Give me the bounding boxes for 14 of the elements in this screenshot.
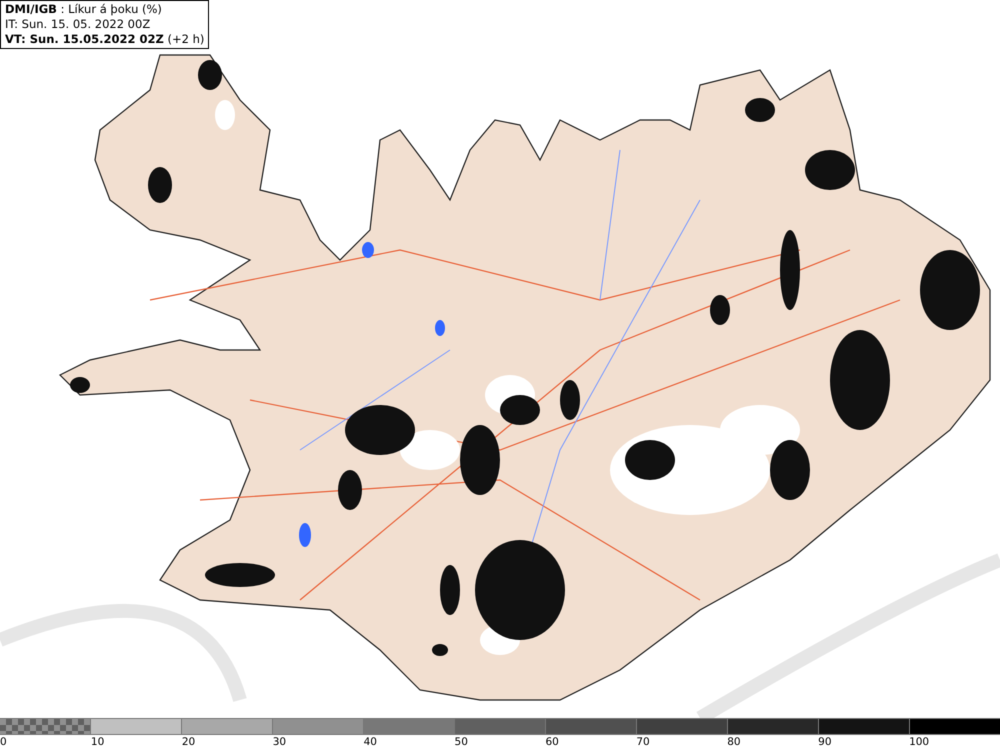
legend-label: 0 xyxy=(0,736,7,748)
legend-label: 30 xyxy=(272,736,286,748)
legend-label: 90 xyxy=(818,736,832,748)
legend-label: 80 xyxy=(727,736,741,748)
issue-time: IT: Sun. 15. 05. 2022 00Z xyxy=(5,17,152,32)
legend-label: 40 xyxy=(364,736,377,748)
legend-label: 10 xyxy=(90,736,104,748)
legend-label: 20 xyxy=(182,736,196,748)
valid-time: VT: Sun. 15.05.2022 02Z (+2 h) xyxy=(5,32,204,47)
legend-label: 50 xyxy=(454,736,468,748)
legend-label: 100 xyxy=(909,736,930,748)
legend-label: 70 xyxy=(636,736,650,748)
legend-label: 60 xyxy=(545,736,559,748)
map-title: DMI/IGB : Líkur á þoku (%) xyxy=(5,2,163,17)
